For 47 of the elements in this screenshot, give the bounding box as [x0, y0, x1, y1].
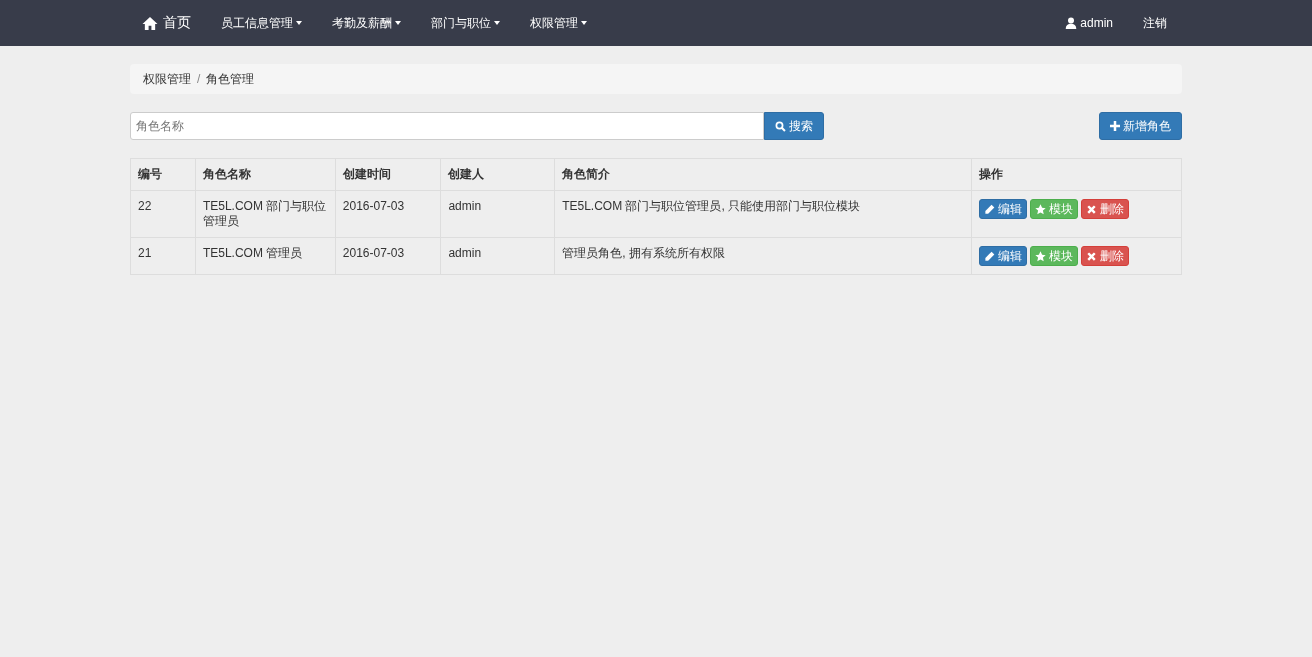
cross-icon — [1086, 203, 1098, 215]
search-field[interactable]: 角色名称 — [130, 112, 764, 140]
table-cell: TE5L.COM 部门与职位管理员 — [195, 190, 336, 238]
caret-icon — [494, 21, 500, 25]
user-link[interactable]: admin — [1050, 0, 1128, 46]
column-header: 编号 — [130, 158, 196, 191]
plus-icon — [1110, 121, 1120, 131]
home-icon — [142, 15, 158, 31]
pencil-icon — [984, 250, 996, 262]
cross-icon — [1086, 250, 1098, 262]
nav-menu[interactable]: 员工信息管理 — [206, 0, 317, 46]
column-header: 角色简介 — [554, 158, 972, 191]
search-icon — [775, 120, 786, 132]
breadcrumb-current: 角色管理 — [206, 70, 255, 88]
caret-icon — [296, 21, 302, 25]
table-cell: 22 — [130, 190, 196, 238]
logout-link[interactable]: 注销 — [1128, 0, 1182, 46]
star-icon — [1035, 250, 1047, 262]
nav-menu[interactable]: 权限管理 — [515, 0, 602, 46]
table-cell: 2016-07-03 — [335, 237, 441, 275]
caret-icon — [395, 21, 401, 25]
pencil-icon — [984, 203, 996, 215]
column-header: 创建人 — [440, 158, 555, 191]
table-cell: admin — [440, 237, 555, 275]
home-link[interactable]: 首页 — [130, 0, 206, 46]
table-cell: 管理员角色, 拥有系统所有权限 — [554, 237, 972, 275]
search-button[interactable]: 搜索 — [764, 112, 824, 140]
breadcrumb-separator: / — [197, 72, 201, 86]
star-icon — [1035, 203, 1047, 215]
user-icon — [1065, 17, 1078, 29]
breadcrumb-link[interactable]: 权限管理 — [143, 70, 191, 88]
delete-button[interactable]: 删除 — [1081, 246, 1130, 266]
table-cell: admin — [440, 190, 555, 238]
edit-button[interactable]: 编辑 — [979, 246, 1028, 266]
column-header: 角色名称 — [195, 158, 336, 191]
table-cell: TE5L.COM 部门与职位管理员, 只能使用部门与职位模块 — [554, 190, 972, 238]
add-role-button[interactable]: 新增角色 — [1099, 112, 1182, 140]
delete-button[interactable]: 删除 — [1081, 199, 1130, 219]
table-cell: 21 — [130, 237, 196, 275]
table-cell: 2016-07-03 — [335, 190, 441, 238]
nav-menu[interactable]: 考勤及薪酬 — [317, 0, 416, 46]
column-header: 操作 — [971, 158, 1182, 191]
caret-icon — [581, 21, 587, 25]
table-cell: TE5L.COM 管理员 — [195, 237, 336, 275]
column-header: 创建时间 — [335, 158, 441, 191]
edit-button[interactable]: 编辑 — [979, 199, 1028, 219]
nav-menu[interactable]: 部门与职位 — [416, 0, 515, 46]
